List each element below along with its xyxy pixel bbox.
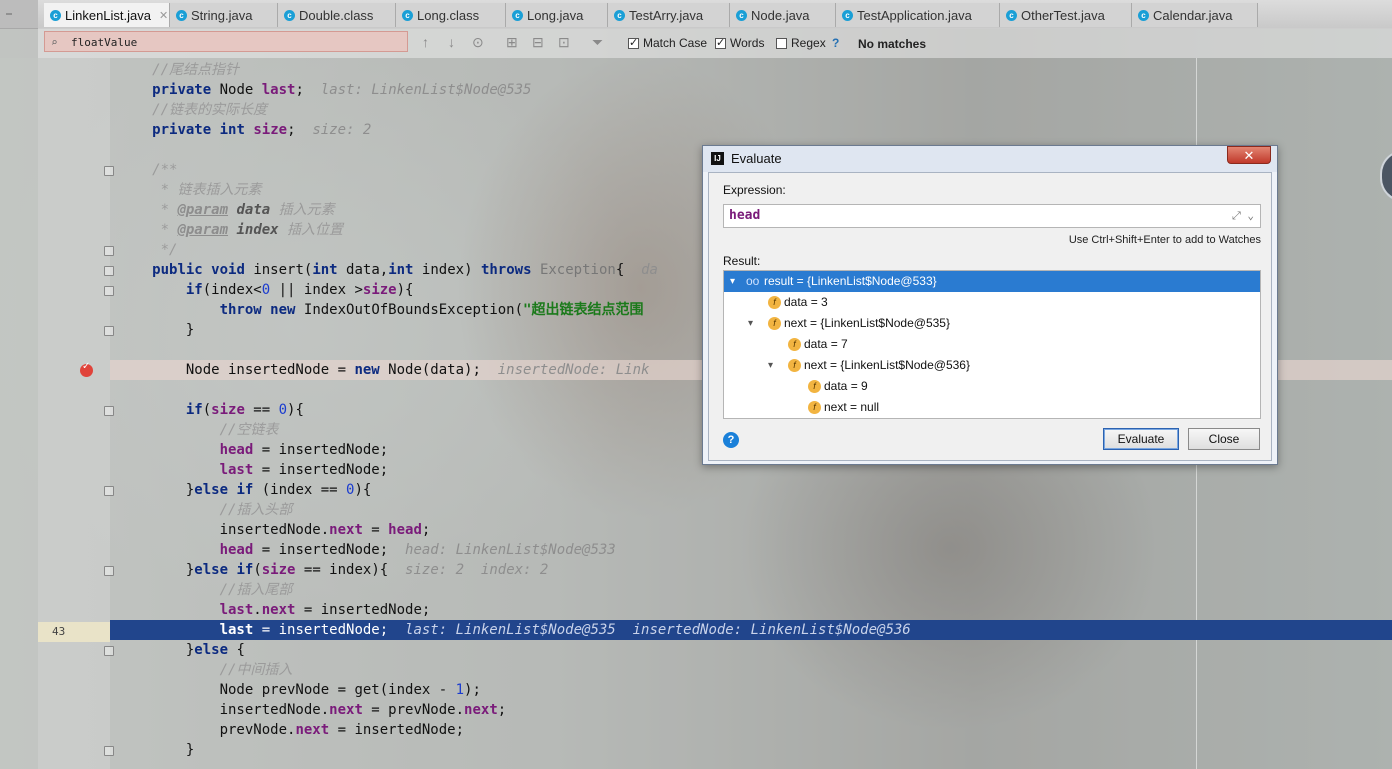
search-input[interactable]: ⌕ floatValue xyxy=(44,31,408,52)
code-line: head = insertedNode; head: LinkenList$No… xyxy=(219,542,616,558)
add-selection-icon[interactable]: ⊞ xyxy=(506,34,518,51)
class-icon: c xyxy=(50,9,61,21)
regex-help-link[interactable]: ? xyxy=(832,36,839,50)
expand-arrow-icon[interactable]: ▾ xyxy=(730,271,735,292)
tab-testapplication[interactable]: c TestApplication.java xyxy=(836,3,1000,27)
class-icon: c xyxy=(736,9,747,21)
help-button[interactable]: ? xyxy=(723,432,739,448)
code-line-current-execution: last = insertedNode; last: LinkenList$No… xyxy=(110,620,1392,640)
editor-tab-bar: ⎯ c LinkenList.java ✕ c String.java c Double… xyxy=(0,0,1392,29)
tab-calendar[interactable]: c Calendar.java xyxy=(1132,3,1258,27)
search-icon: ⌕ xyxy=(51,36,58,49)
tree-row-field[interactable]: ▾ f next = {LinkenList$Node@536} xyxy=(724,355,1260,376)
regex-checkbox[interactable]: Regex xyxy=(776,36,826,50)
code-line: insertedNode.next = head; xyxy=(219,522,431,538)
next-occurrence-icon[interactable]: ↓ xyxy=(448,34,455,50)
field-icon: f xyxy=(768,317,781,330)
tab-testarry[interactable]: c TestArry.java xyxy=(608,3,730,27)
code-line: //插入头部 xyxy=(219,502,293,518)
code-line: }else { xyxy=(185,642,245,658)
minimize-icon[interactable]: ⎯ xyxy=(0,0,38,28)
words-checkbox[interactable]: Words xyxy=(715,36,764,50)
editor-gutter xyxy=(38,58,110,769)
dialog-title: Evaluate xyxy=(731,151,782,166)
code-line: }else if (index == 0){ xyxy=(185,482,372,498)
close-tab-icon[interactable]: ✕ xyxy=(159,9,168,22)
tree-row-field[interactable]: f data = 7 xyxy=(724,334,1260,355)
watch-hint: Use Ctrl+Shift+Enter to add to Watches xyxy=(1068,234,1261,246)
code-line: }else if(size == index){ size: 2 index: … xyxy=(185,562,549,578)
class-icon: c xyxy=(614,9,625,21)
find-all-icon[interactable]: ⊙ xyxy=(472,34,484,51)
class-icon: c xyxy=(842,9,853,21)
tree-row-result[interactable]: ▾ oo result = {LinkenList$Node@533} xyxy=(724,271,1260,292)
breakpoint-icon[interactable] xyxy=(80,361,93,377)
watch-result-icon: oo xyxy=(746,274,760,288)
match-case-checkbox[interactable]: Match Case xyxy=(628,36,707,50)
code-line: private int size; size: 2 xyxy=(152,122,372,138)
tree-row-field[interactable]: f data = 9 xyxy=(724,376,1260,397)
class-icon: c xyxy=(284,9,295,21)
code-line: insertedNode.next = prevNode.next; xyxy=(219,702,507,718)
checkbox-checked-icon xyxy=(628,36,639,49)
tab-node[interactable]: c Node.java xyxy=(730,3,836,27)
dialog-body: Expression: head ⤢ ⌄ Use Ctrl+Shift+Ente… xyxy=(708,172,1272,461)
code-line: //插入尾部 xyxy=(219,582,293,598)
field-icon: f xyxy=(788,338,801,351)
filter-icon[interactable]: ⏷ xyxy=(592,34,603,51)
class-icon: c xyxy=(1138,9,1149,21)
evaluate-dialog: IJ Evaluate ✕ Expression: head ⤢ ⌄ Use C… xyxy=(702,145,1278,465)
class-icon: c xyxy=(512,9,523,21)
expression-label: Expression: xyxy=(723,183,786,197)
code-line: Node prevNode = get(index - 1); xyxy=(219,682,481,698)
code-line: } xyxy=(185,742,195,758)
unselect-occurrence-icon[interactable]: ⊟ xyxy=(532,34,544,51)
field-icon: f xyxy=(808,380,821,393)
code-line: private Node last; last: LinkenList$Node… xyxy=(152,82,532,98)
tree-row-field[interactable]: f data = 3 xyxy=(724,292,1260,313)
tab-linkenlist[interactable]: c LinkenList.java ✕ xyxy=(44,3,170,27)
result-tree[interactable]: ▾ oo result = {LinkenList$Node@533} f da… xyxy=(723,270,1261,419)
intellij-icon: IJ xyxy=(711,152,724,165)
select-all-occurrences-icon[interactable]: ⊡ xyxy=(558,34,570,51)
code-line: //尾结点指针 xyxy=(152,62,240,78)
code-line: //中间插入 xyxy=(219,662,293,678)
code-line: //链表的实际长度 xyxy=(152,102,268,118)
search-status: No matches xyxy=(858,37,927,51)
code-line: last.next = insertedNode; xyxy=(219,602,431,618)
class-icon: c xyxy=(1006,9,1017,21)
class-icon: c xyxy=(176,9,187,21)
checkbox-checked-icon xyxy=(715,36,726,49)
tab-long-class[interactable]: c Long.class xyxy=(396,3,506,27)
expand-arrow-icon[interactable]: ▾ xyxy=(748,313,753,334)
tree-row-field[interactable]: ▾ f next = {LinkenList$Node@535} xyxy=(724,313,1260,334)
checkbox-unchecked-icon xyxy=(776,37,787,49)
current-line-number: 43 xyxy=(38,622,110,642)
field-icon: f xyxy=(788,359,801,372)
previous-occurrence-icon[interactable]: ↑ xyxy=(422,34,429,50)
tab-string[interactable]: c String.java xyxy=(170,3,278,27)
tree-row-field[interactable]: f next = null xyxy=(724,397,1260,418)
expression-input[interactable]: head ⤢ ⌄ xyxy=(723,204,1261,228)
class-icon: c xyxy=(402,9,413,21)
close-button[interactable]: Close xyxy=(1188,428,1260,450)
left-tool-strip xyxy=(0,58,38,769)
dialog-title-bar[interactable]: IJ Evaluate ✕ xyxy=(703,146,1277,172)
tab-long-java[interactable]: c Long.java xyxy=(506,3,608,27)
expand-and-history-icons[interactable]: ⤢ ⌄ xyxy=(1232,205,1254,227)
tab-othertest[interactable]: c OtherTest.java xyxy=(1000,3,1132,27)
field-icon: f xyxy=(768,296,781,309)
tab-double[interactable]: c Double.class xyxy=(278,3,396,27)
expand-arrow-icon[interactable]: ▾ xyxy=(768,355,773,376)
field-icon: f xyxy=(808,401,821,414)
code-line: prevNode.next = insertedNode; xyxy=(219,722,465,738)
find-bar: ⌕floatValue ↑ ↓ ⊙ ⊞ ⊟ ⊡ ⏷ Match Case Wor… xyxy=(38,28,1392,58)
close-window-button[interactable]: ✕ xyxy=(1227,146,1271,164)
result-label: Result: xyxy=(723,254,761,268)
evaluate-button[interactable]: Evaluate xyxy=(1103,428,1179,450)
